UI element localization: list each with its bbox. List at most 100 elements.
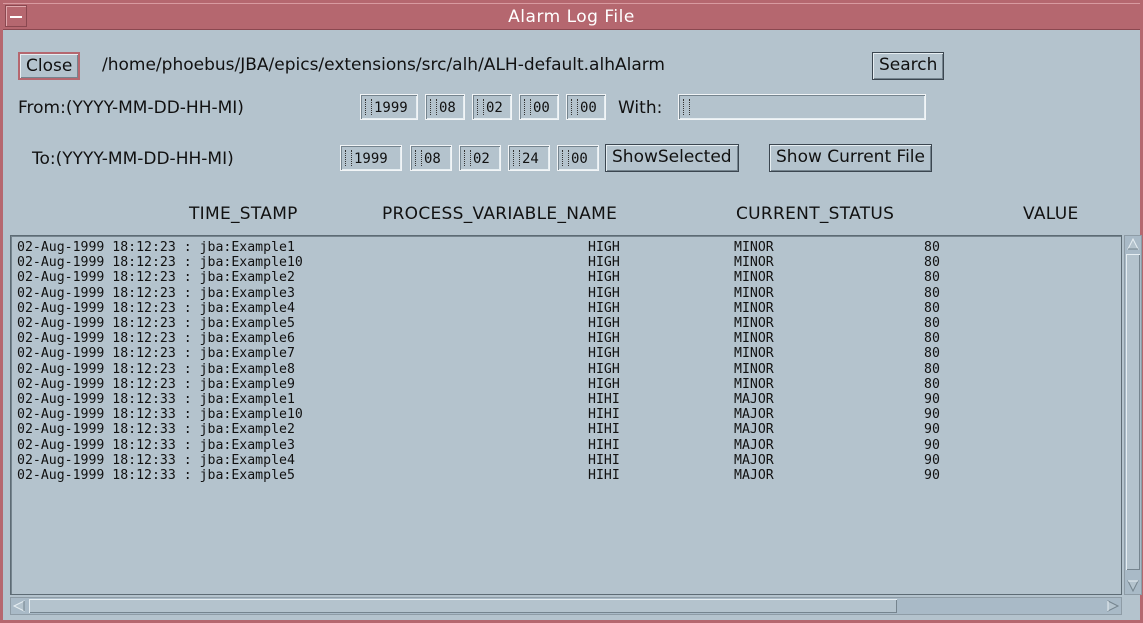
horizontal-scroll-thumb[interactable]	[29, 599, 897, 613]
log-cell-cond: HIGH	[588, 316, 620, 331]
log-cell-val: 80	[924, 316, 940, 331]
log-cell-time: 02-Aug-1999 18:12:23 : jba:Example8	[17, 361, 295, 377]
log-cell-time: 02-Aug-1999 18:12:23 : jba:Example4	[17, 300, 295, 316]
text-cursor-icon	[415, 150, 422, 166]
log-cell-val: 90	[924, 468, 940, 483]
column-header-pv-name: PROCESS_VARIABLE_NAME	[382, 204, 618, 224]
scroll-up-arrow-icon[interactable]	[1126, 237, 1140, 251]
log-row[interactable]: 02-Aug-1999 18:12:23 : jba:Example8 HIGH M…	[17, 362, 1107, 377]
log-cell-val: 80	[924, 361, 940, 377]
log-cell-time: 02-Aug-1999 18:12:33 : jba:Example4	[17, 452, 295, 468]
log-cell-time: 02-Aug-1999 18:12:23 : jba:Example6	[17, 331, 295, 347]
log-cell-cond: HIGH	[588, 376, 620, 392]
from-day-value: 02	[486, 100, 503, 116]
log-row[interactable]: 02-Aug-1999 18:12:23 : jba:Example2 HIGH M…	[17, 270, 1107, 285]
to-minute-field[interactable]: 00	[557, 145, 599, 171]
from-minute-field[interactable]: 00	[566, 94, 606, 120]
with-filter-input[interactable]	[678, 94, 926, 120]
from-month-value: 08	[439, 100, 456, 116]
vertical-scrollbar[interactable]	[1124, 235, 1142, 595]
log-cell-val: 90	[924, 422, 940, 438]
log-cell-val: 80	[924, 300, 940, 316]
from-month-field[interactable]: 08	[425, 94, 465, 120]
alarm-log-list[interactable]: 02-Aug-1999 18:12:23 : jba:Example1 HIGH M…	[10, 235, 1122, 595]
log-row[interactable]: 02-Aug-1999 18:12:23 : jba:Example10 HIGH…	[17, 255, 1107, 270]
log-cell-time: 02-Aug-1999 18:12:23 : jba:Example7	[17, 346, 295, 362]
log-cell-sev: MINOR	[734, 346, 774, 362]
log-row[interactable]: 02-Aug-1999 18:12:23 : jba:Example6 HIGH M…	[17, 331, 1107, 346]
log-cell-val: 90	[924, 452, 940, 468]
log-cell-val: 80	[924, 255, 940, 271]
search-button[interactable]: Search	[872, 52, 945, 80]
log-cell-sev: MINOR	[734, 376, 774, 392]
from-year-value: 1999	[374, 100, 408, 116]
show-selected-button[interactable]: ShowSelected	[605, 144, 739, 172]
log-cell-sev: MAJOR	[734, 437, 774, 453]
from-label: From:(YYYY-MM-DD-HH-MI)	[18, 98, 244, 118]
text-cursor-icon	[524, 99, 531, 115]
vertical-scroll-thumb[interactable]	[1126, 254, 1140, 570]
log-row[interactable]: 02-Aug-1999 18:12:33 : jba:Example5 HIHI M…	[17, 468, 1107, 483]
column-header-current-status: CURRENT_STATUS	[736, 204, 895, 224]
text-cursor-icon	[365, 99, 372, 115]
scroll-left-arrow-icon[interactable]	[12, 599, 26, 613]
to-hour-field[interactable]: 24	[508, 145, 550, 171]
log-row[interactable]: 02-Aug-1999 18:12:33 : jba:Example10 HIHI…	[17, 407, 1107, 422]
log-row[interactable]: 02-Aug-1999 18:12:33 : jba:Example2 HIHI M…	[17, 422, 1107, 437]
log-cell-sev: MINOR	[734, 300, 774, 316]
log-cell-val: 80	[924, 376, 940, 392]
horizontal-scrollbar[interactable]	[10, 597, 1122, 615]
log-row[interactable]: 02-Aug-1999 18:12:23 : jba:Example1 HIGH M…	[17, 240, 1107, 255]
window-title: Alarm Log File	[508, 7, 635, 27]
to-year-field[interactable]: 1999	[340, 145, 402, 171]
show-current-file-button[interactable]: Show Current File	[769, 144, 932, 172]
close-button[interactable]: Close	[18, 52, 81, 80]
log-row[interactable]: 02-Aug-1999 18:12:33 : jba:Example1 HIHI M…	[17, 392, 1107, 407]
log-cell-cond: HIHI	[588, 407, 620, 423]
log-cell-val: 80	[924, 346, 940, 362]
scroll-right-arrow-icon[interactable]	[1106, 599, 1120, 613]
log-cell-sev: MINOR	[734, 255, 774, 271]
log-cell-cond: HIHI	[588, 452, 620, 468]
log-row[interactable]: 02-Aug-1999 18:12:23 : jba:Example3 HIGH M…	[17, 286, 1107, 301]
log-row[interactable]: 02-Aug-1999 18:12:23 : jba:Example4 HIGH M…	[17, 301, 1107, 316]
column-header-value: VALUE	[1023, 204, 1079, 224]
log-row[interactable]: 02-Aug-1999 18:12:33 : jba:Example3 HIHI M…	[17, 438, 1107, 453]
log-cell-cond: HIHI	[588, 468, 620, 483]
title-bar[interactable]: Alarm Log File	[3, 3, 1140, 30]
log-cell-sev: MAJOR	[734, 422, 774, 438]
log-cell-sev: MAJOR	[734, 407, 774, 423]
log-row[interactable]: 02-Aug-1999 18:12:33 : jba:Example4 HIHI M…	[17, 453, 1107, 468]
log-cell-time: 02-Aug-1999 18:12:23 : jba:Example1	[17, 240, 295, 255]
from-year-field[interactable]: 1999	[360, 94, 418, 120]
text-cursor-icon	[345, 150, 352, 166]
log-row[interactable]: 02-Aug-1999 18:12:23 : jba:Example7 HIGH M…	[17, 346, 1107, 361]
column-header-time-stamp: TIME_STAMP	[189, 204, 298, 224]
to-month-value: 08	[424, 151, 441, 167]
log-cell-sev: MAJOR	[734, 392, 774, 407]
log-cell-cond: HIHI	[588, 422, 620, 438]
log-cell-cond: HIHI	[588, 392, 620, 407]
scroll-down-arrow-icon[interactable]	[1126, 579, 1140, 593]
log-cell-time: 02-Aug-1999 18:12:23 : jba:Example3	[17, 285, 295, 301]
log-cell-time: 02-Aug-1999 18:12:23 : jba:Example5	[17, 316, 295, 331]
to-label: To:(YYYY-MM-DD-HH-MI)	[32, 149, 234, 169]
log-cell-val: 80	[924, 285, 940, 301]
log-cell-sev: MINOR	[734, 270, 774, 286]
log-cell-time: 02-Aug-1999 18:12:33 : jba:Example10	[17, 407, 303, 423]
log-cell-val: 90	[924, 437, 940, 453]
log-cell-sev: MINOR	[734, 361, 774, 377]
text-cursor-icon	[464, 150, 471, 166]
to-day-field[interactable]: 02	[459, 145, 501, 171]
from-hour-field[interactable]: 00	[519, 94, 559, 120]
log-row[interactable]: 02-Aug-1999 18:12:23 : jba:Example5 HIGH M…	[17, 316, 1107, 331]
to-day-value: 02	[473, 151, 490, 167]
log-cell-time: 02-Aug-1999 18:12:23 : jba:Example10	[17, 255, 303, 271]
to-month-field[interactable]: 08	[410, 145, 452, 171]
log-row[interactable]: 02-Aug-1999 18:12:23 : jba:Example9 HIGH M…	[17, 377, 1107, 392]
text-cursor-icon	[562, 150, 569, 166]
log-cell-sev: MINOR	[734, 331, 774, 347]
log-cell-cond: HIGH	[588, 270, 620, 286]
log-cell-cond: HIGH	[588, 300, 620, 316]
from-day-field[interactable]: 02	[472, 94, 512, 120]
